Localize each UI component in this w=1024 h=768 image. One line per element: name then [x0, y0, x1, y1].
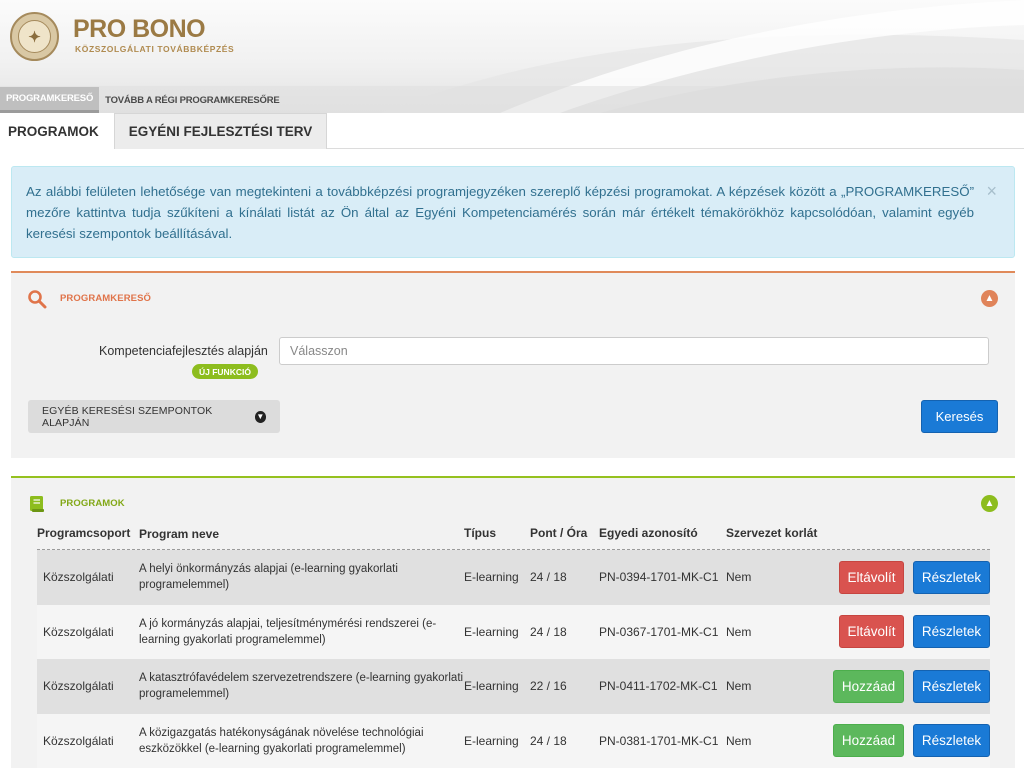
cell-limit: Nem [726, 733, 752, 748]
cell-program-name: A katasztrófavédelem szervezetrendszere … [139, 672, 464, 701]
search-panel-header: PROGRAMKERESŐ ▲ [11, 273, 1015, 323]
add-button[interactable]: Hozzáad [833, 669, 904, 703]
column-header[interactable]: Egyedi azonosító [599, 526, 726, 540]
table-row: Közszolgálati A közigazgatás hatékonyság… [37, 713, 990, 768]
cell-id: PN-0367-1701-MK-C1 [599, 624, 719, 639]
cell-id: PN-0411-1702-MK-C1 [599, 679, 718, 694]
table-row: Közszolgálati A katasztrófavédelem szerv… [37, 659, 990, 714]
search-icon [28, 290, 47, 309]
cell-points: 24 / 18 [530, 624, 567, 639]
cell-limit: Nem [726, 679, 752, 694]
cell-type: E-learning [464, 733, 519, 748]
cell-group: Közszolgálati [43, 733, 114, 748]
cell-program-name: A jó kormányzás alapjai, teljesítménymér… [139, 617, 437, 646]
alert-text: Az alábbi felületen lehetősége van megte… [26, 184, 974, 241]
new-feature-badge: ÚJ FUNKCIÓ [192, 364, 258, 379]
programs-panel-title: PROGRAMOK [60, 498, 125, 509]
cell-group: Közszolgálati [43, 570, 114, 585]
cell-type: E-learning [464, 679, 519, 694]
add-button[interactable]: Hozzáad [833, 724, 904, 758]
cell-points: 24 / 18 [530, 733, 567, 748]
details-button[interactable]: Részletek [913, 560, 990, 594]
arrow-down-circle-icon: ▼ [254, 410, 266, 423]
tab-egyeni-fejlesztesi-terv[interactable]: EGYÉNI FEJLESZTÉSI TERV [113, 113, 328, 149]
programs-table: Programcsoport Program neve Típus Pont /… [37, 526, 990, 768]
programs-panel: PROGRAMOK ▲ Programcsoport Program neve … [11, 476, 1015, 768]
details-button[interactable]: Részletek [913, 724, 990, 758]
details-button[interactable]: Részletek [913, 615, 990, 649]
table-header: Programcsoport Program neve Típus Pont /… [37, 526, 990, 550]
table-row: Közszolgálati A helyi önkormányzás alapj… [37, 550, 990, 605]
cell-program-name: A közigazgatás hatékonyságának növelése … [139, 726, 424, 755]
cell-points: 22 / 16 [530, 679, 567, 694]
cell-group: Közszolgálati [43, 624, 114, 639]
cell-limit: Nem [726, 570, 752, 585]
cell-limit: Nem [726, 624, 752, 639]
search-button[interactable]: Keresés [921, 400, 998, 433]
remove-button[interactable]: Eltávolít [839, 615, 904, 649]
details-button[interactable]: Részletek [913, 669, 990, 703]
search-panel: PROGRAMKERESŐ ▲ Kompetenciafejlesztés al… [11, 271, 1015, 458]
main-tabs: PROGRAMOK EGYÉNI FEJLESZTÉSI TERV [0, 113, 1024, 149]
book-icon [30, 496, 44, 512]
brand-subtitle: KÖZSZOLGÁLATI TOVÁBBKÉPZÉS [75, 44, 235, 54]
cell-type: E-learning [464, 624, 519, 639]
remove-button[interactable]: Eltávolít [839, 560, 904, 594]
competency-select[interactable]: Válasszon [279, 337, 989, 365]
cell-points: 24 / 18 [530, 570, 567, 585]
collapse-up-icon[interactable]: ▲ [981, 495, 998, 512]
collapse-up-icon[interactable]: ▲ [981, 290, 998, 307]
search-panel-title: PROGRAMKERESŐ [60, 293, 152, 304]
top-navigation: PROGRAMKERESŐ TOVÁBB A RÉGI PROGRAMKERES… [0, 87, 286, 113]
nav-programkereso[interactable]: PROGRAMKERESŐ [0, 87, 100, 113]
cell-id: PN-0381-1701-MK-C1 [599, 733, 719, 748]
site-header: ✦ PRO BONO KÖZSZOLGÁLATI TOVÁBBKÉPZÉS PR… [0, 0, 1024, 113]
programs-panel-header: PROGRAMOK ▲ [11, 478, 1015, 528]
column-header[interactable]: Program neve [139, 526, 464, 542]
column-header[interactable]: Pont / Óra [530, 526, 599, 540]
cell-group: Közszolgálati [43, 679, 114, 694]
info-alert: Az alábbi felületen lehetősége van megte… [11, 166, 1015, 258]
column-header[interactable]: Programcsoport [37, 526, 139, 540]
close-icon[interactable]: × [986, 181, 997, 202]
cell-id: PN-0394-1701-MK-C1 [599, 570, 719, 585]
cell-program-name: A helyi önkormányzás alapjai (e-learning… [139, 563, 398, 592]
table-row: Közszolgálati A jó kormányzás alapjai, t… [37, 604, 990, 659]
competency-field-label: Kompetenciafejlesztés alapján [99, 344, 268, 358]
column-header[interactable]: Típus [464, 526, 530, 540]
nav-regi-programkereso[interactable]: TOVÁBB A RÉGI PROGRAMKERESŐRE [99, 87, 285, 113]
logo-emblem-icon[interactable]: ✦ [10, 12, 59, 61]
cell-type: E-learning [464, 570, 519, 585]
column-header[interactable]: Szervezet korlát [726, 526, 826, 540]
tab-programok[interactable]: PROGRAMOK [0, 113, 114, 149]
more-criteria-button[interactable]: EGYÉB KERESÉSI SZEMPONTOK ALAPJÁN ▼ [28, 400, 280, 433]
brand-title[interactable]: PRO BONO [73, 15, 206, 44]
more-criteria-label: EGYÉB KERESÉSI SZEMPONTOK ALAPJÁN [42, 404, 213, 429]
